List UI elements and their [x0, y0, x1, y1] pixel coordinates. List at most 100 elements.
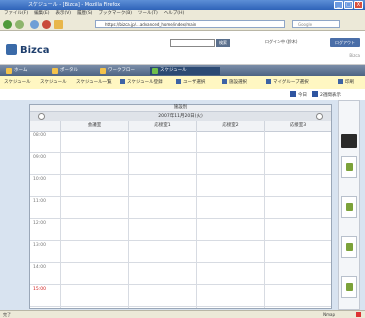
- brand-name: Bizca: [20, 45, 50, 56]
- calendar-icon: [312, 91, 318, 97]
- close-button[interactable]: X: [354, 1, 363, 9]
- user-icon: [176, 79, 181, 84]
- portal-tab-icon: [52, 68, 58, 74]
- widget-icon: [346, 163, 353, 171]
- today-icon: [290, 91, 296, 97]
- tab-workflow[interactable]: ワークフロー: [98, 67, 146, 75]
- hour-label: 13:00: [33, 243, 46, 248]
- register-icon: [120, 79, 125, 84]
- header-search-input[interactable]: [170, 39, 215, 47]
- stop-status-icon[interactable]: [356, 312, 361, 317]
- user-info: ログイン中 (鈴木): [265, 39, 298, 44]
- hour-row[interactable]: 11:00: [30, 197, 331, 219]
- right-sidebar: [338, 100, 360, 310]
- subbar-item[interactable]: スケジュール: [40, 79, 67, 86]
- column-divider: [60, 131, 61, 308]
- schedule-tab-icon: [152, 68, 158, 74]
- hour-label: 12:00: [33, 221, 46, 226]
- menu-view[interactable]: 表示(V): [55, 10, 71, 18]
- sidebar-widget[interactable]: [341, 276, 357, 298]
- calendar-title: 施設別: [30, 105, 331, 112]
- group-icon: [266, 79, 271, 84]
- header-search-button[interactable]: 検索: [216, 39, 230, 47]
- menu-history[interactable]: 履歴(S): [77, 10, 92, 18]
- hour-row[interactable]: 08:00: [30, 131, 331, 153]
- column-header-reception-3: 応接室3: [264, 121, 331, 131]
- column-divider: [264, 131, 265, 308]
- menu-help[interactable]: ヘルプ(H): [164, 10, 184, 18]
- search-input[interactable]: Google: [292, 20, 340, 28]
- workflow-tab-icon: [100, 68, 106, 74]
- back-icon[interactable]: [3, 20, 12, 29]
- sidebar-widget[interactable]: [341, 156, 357, 178]
- widget-icon: [346, 243, 353, 251]
- hour-label: 08:00: [33, 133, 46, 138]
- widget-icon: [346, 283, 353, 291]
- hour-row[interactable]: 15:00: [30, 285, 331, 307]
- day-calendar: 施設別 2007年11月20日(火) 会議室 応接室1 応接室2 応接室3 08…: [29, 104, 332, 309]
- menu-file[interactable]: ファイル(F): [4, 10, 28, 18]
- hour-label-current: 15:00: [33, 287, 46, 292]
- tab-portal[interactable]: ポータル: [50, 67, 92, 75]
- today-button[interactable]: 今日: [290, 91, 307, 99]
- menu-edit[interactable]: 編集(E): [34, 10, 49, 18]
- tab-label: ホーム: [14, 68, 28, 73]
- column-header-reception-1: 応接室1: [128, 121, 196, 131]
- window-controls: _ □ X: [334, 1, 363, 9]
- mygroup-select-button[interactable]: マイグループ選択: [266, 79, 309, 86]
- tab-label: スケジュール: [160, 68, 187, 73]
- two-week-button[interactable]: 2週間表示: [312, 91, 341, 99]
- address-bar[interactable]: https://bizca.jp/...advanced_home/index/…: [95, 20, 285, 28]
- facility-icon: [222, 79, 227, 84]
- hour-label: 09:00: [33, 155, 46, 160]
- hour-label: 14:00: [33, 265, 46, 270]
- hour-row[interactable]: 12:00: [30, 219, 331, 241]
- hour-label: 11:00: [33, 199, 46, 204]
- menu-bar: ファイル(F) 編集(E) 表示(V) 履歴(S) ブックマーク(B) ツール(…: [0, 10, 365, 18]
- sidebar-widget[interactable]: [341, 236, 357, 258]
- column-header-time: [30, 121, 60, 131]
- hour-row[interactable]: 10:00: [30, 175, 331, 197]
- reload-icon[interactable]: [30, 20, 39, 29]
- schedule-register-button[interactable]: スケジュール登録: [120, 79, 163, 86]
- maximize-button[interactable]: □: [344, 1, 353, 9]
- column-divider: [128, 131, 129, 308]
- home-tab-icon: [6, 68, 12, 74]
- view-toolbar: 今日 2週間表示: [0, 89, 365, 100]
- hour-row[interactable]: 13:00: [30, 241, 331, 263]
- user-select-button[interactable]: ユーザ選択: [176, 79, 205, 86]
- tab-home[interactable]: ホーム: [4, 67, 44, 75]
- nav-toolbar: https://bizca.jp/...advanced_home/index/…: [0, 18, 365, 31]
- stop-icon[interactable]: [42, 20, 51, 29]
- minimize-button[interactable]: _: [334, 1, 343, 9]
- menu-tools[interactable]: ツール(T): [138, 10, 158, 18]
- sidebar-header-icon[interactable]: [341, 134, 357, 148]
- print-button[interactable]: 印刷: [338, 79, 354, 86]
- column-header-reception-2: 応接室2: [196, 121, 264, 131]
- home-icon[interactable]: [54, 20, 63, 29]
- tab-schedule[interactable]: スケジュール: [150, 67, 220, 75]
- hour-row[interactable]: 09:00: [30, 153, 331, 175]
- calendar-date: 2007年11月20日(火): [158, 114, 203, 119]
- menu-bookmarks[interactable]: ブックマーク(B): [98, 10, 132, 18]
- tab-label: ワークフロー: [108, 68, 135, 73]
- bizca-logo-icon: [6, 44, 17, 55]
- column-divider: [196, 131, 197, 308]
- window-title: スケジュール - [Bizca] - Mozilla Firefox: [28, 2, 121, 8]
- facility-select-button[interactable]: 施設選択: [222, 79, 247, 86]
- widget-icon: [346, 203, 353, 211]
- subbar-item[interactable]: スケジュール: [4, 79, 31, 86]
- prev-day-icon[interactable]: [38, 113, 45, 120]
- header-subtitle: Bizca: [349, 53, 360, 58]
- app-header: Bizca 検索 ログイン中 (鈴木) ログアウト Bizca: [0, 31, 365, 65]
- tab-label: ポータル: [60, 68, 78, 73]
- subbar-item[interactable]: スケジュール一覧: [76, 79, 112, 86]
- main-tabs: ホーム ポータル ワークフロー スケジュール: [0, 65, 365, 76]
- sidebar-widget[interactable]: [341, 196, 357, 218]
- logout-button[interactable]: ログアウト: [330, 38, 360, 47]
- print-icon: [338, 79, 343, 84]
- forward-icon[interactable]: [15, 20, 24, 29]
- next-day-icon[interactable]: [316, 113, 323, 120]
- hour-label: 10:00: [33, 177, 46, 182]
- hour-row[interactable]: 14:00: [30, 263, 331, 285]
